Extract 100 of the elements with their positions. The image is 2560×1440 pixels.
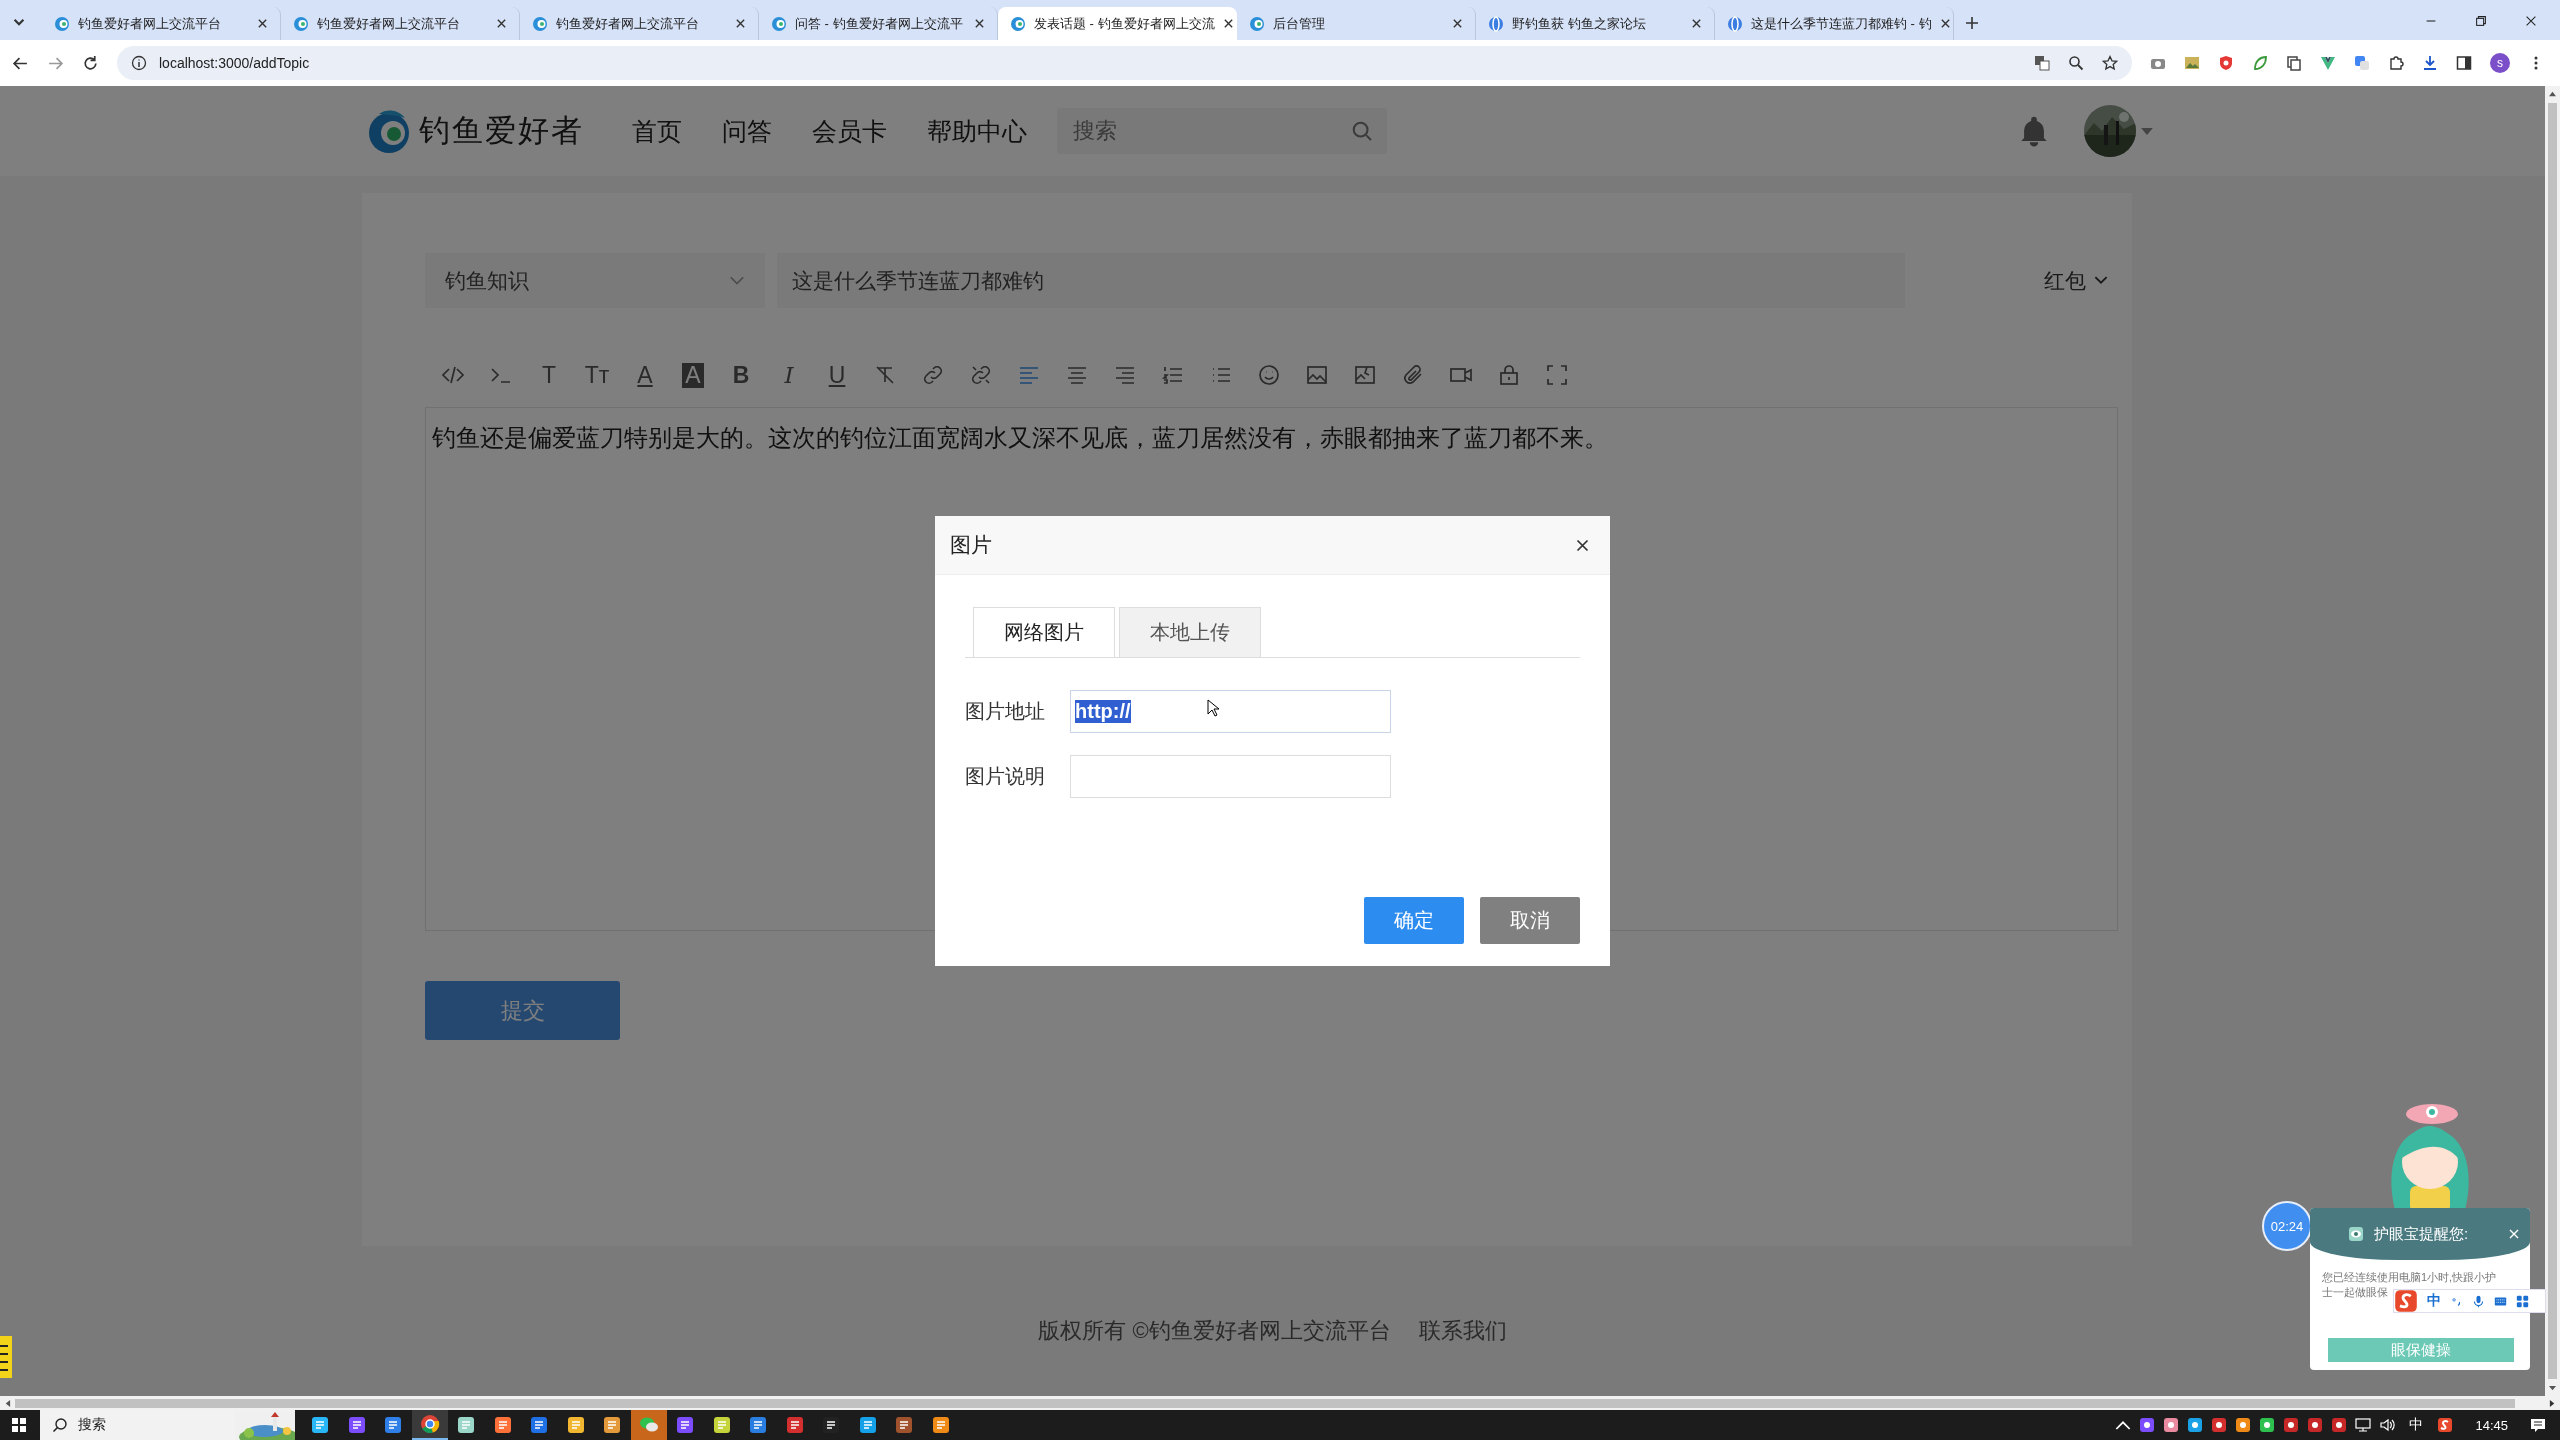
notification-icon[interactable] — [2530, 1417, 2546, 1433]
close-icon[interactable] — [257, 18, 268, 29]
reload-icon[interactable] — [82, 54, 99, 72]
tray-app-icon[interactable] — [2259, 1417, 2276, 1433]
app-icon[interactable] — [711, 1415, 732, 1435]
input-mode-toggle[interactable]: 中 — [2427, 1292, 2441, 1310]
category-select[interactable]: 钓鱼知识 — [425, 253, 765, 308]
input-mode-indicator[interactable]: 中 — [2409, 1416, 2424, 1434]
app-icon[interactable] — [821, 1415, 842, 1435]
site-logo[interactable]: 钓鱼爱好者 — [419, 110, 584, 152]
taskbar-search-field[interactable]: 搜索 — [40, 1410, 295, 1440]
close-icon[interactable] — [974, 18, 985, 29]
copy-icon[interactable] — [2286, 55, 2302, 71]
tray-app-icon[interactable] — [2235, 1417, 2252, 1433]
search-field[interactable]: 搜索 — [1057, 108, 1387, 154]
picture-extension-icon[interactable] — [2184, 55, 2200, 71]
close-icon[interactable] — [1222, 18, 1234, 29]
app-icon[interactable] — [748, 1415, 769, 1435]
format-button[interactable]: T — [533, 359, 565, 391]
globe-favicon-icon — [1727, 15, 1743, 32]
tray-app-icon[interactable] — [2283, 1417, 2300, 1433]
format-button[interactable]: Tт — [581, 359, 613, 391]
format-button[interactable]: B — [725, 359, 757, 391]
dialog-tab[interactable]: 网络图片 — [973, 607, 1115, 657]
start-icon[interactable] — [11, 1417, 27, 1433]
contact-link[interactable]: 联系我们 — [1418, 1316, 1507, 1346]
keyboard-icon[interactable] — [2494, 1294, 2507, 1308]
caret-icon[interactable] — [2141, 127, 2153, 135]
close-icon[interactable] — [496, 18, 507, 29]
nav-link[interactable]: 问答 — [722, 114, 772, 148]
nav-link[interactable]: 帮助中心 — [927, 114, 1027, 148]
close-icon[interactable] — [735, 18, 746, 29]
search-icon[interactable] — [1351, 120, 1373, 142]
input-field[interactable]: http:// — [1070, 690, 1391, 733]
app-icon[interactable] — [675, 1415, 696, 1435]
scroll-left-icon[interactable] — [4, 1398, 11, 1408]
format-button[interactable]: I — [773, 359, 805, 391]
app-icon[interactable] — [894, 1415, 915, 1435]
zoom-icon[interactable] — [2068, 55, 2084, 71]
dialog-tab[interactable]: 本地上传 — [1119, 607, 1261, 657]
nav-link[interactable]: 首页 — [632, 114, 682, 148]
app-icon[interactable] — [565, 1415, 586, 1435]
tray-app-icon[interactable] — [2163, 1417, 2180, 1433]
volume-icon[interactable] — [2379, 1417, 2396, 1433]
app-icon[interactable] — [784, 1415, 805, 1435]
app-icon[interactable] — [456, 1415, 477, 1435]
star-icon[interactable] — [2102, 55, 2118, 71]
title-field[interactable]: 这是什么季节连蓝刀都难钓 — [777, 253, 1905, 308]
new-tab-icon[interactable] — [1964, 15, 1980, 31]
tray-app-icon[interactable] — [2307, 1417, 2324, 1433]
tray-app-icon[interactable] — [2331, 1417, 2348, 1433]
microphone-icon[interactable] — [2472, 1294, 2485, 1308]
browser-app-icon[interactable] — [419, 1414, 440, 1434]
translate-icon[interactable] — [2034, 55, 2050, 71]
cancel-button[interactable]: 取消 — [1480, 897, 1580, 944]
tray-app-icon[interactable] — [2187, 1417, 2204, 1433]
translate-extension-icon[interactable] — [2354, 55, 2370, 71]
download-icon[interactable] — [2422, 55, 2438, 71]
format-button[interactable]: U — [821, 359, 853, 391]
browser-tab[interactable]: 发表话题 - 钓鱼爱好者网上交流 — [998, 7, 1237, 40]
confirm-button[interactable]: 确定 — [1364, 897, 1464, 944]
scroll-up-icon[interactable] — [2548, 90, 2557, 97]
profile-avatar[interactable]: s — [2490, 53, 2510, 73]
app-icon[interactable] — [492, 1415, 513, 1435]
scrollbar-thumb[interactable] — [2548, 103, 2557, 1379]
widget-icon[interactable] — [0, 1336, 12, 1378]
close-icon[interactable] — [1691, 18, 1702, 29]
v-extension-icon[interactable] — [2320, 55, 2336, 71]
address-field[interactable]: localhost:3000/addTopic — [117, 46, 2132, 80]
tray-app-icon[interactable] — [2211, 1417, 2228, 1433]
restore-icon[interactable] — [2474, 14, 2488, 28]
tray-app-icon[interactable] — [2139, 1417, 2156, 1433]
scroll-right-icon[interactable] — [2549, 1398, 2556, 1408]
nav-link[interactable]: 会员卡 — [812, 114, 887, 148]
dialog-title: 图片 — [950, 532, 992, 558]
app-icon[interactable] — [529, 1415, 550, 1435]
app-icon[interactable] — [930, 1415, 951, 1435]
leaf-extension-icon[interactable] — [2252, 55, 2268, 71]
app-icon[interactable] — [857, 1415, 878, 1435]
app-icon[interactable] — [346, 1415, 367, 1435]
app-icon[interactable] — [602, 1415, 623, 1435]
close-icon[interactable] — [1939, 18, 1951, 29]
input-method-icon[interactable] — [2437, 1417, 2454, 1433]
app-icon[interactable] — [383, 1415, 404, 1435]
close-icon[interactable] — [2524, 14, 2538, 28]
shield-icon[interactable] — [2218, 55, 2234, 71]
input-field[interactable] — [1070, 755, 1391, 798]
network-icon[interactable] — [2355, 1417, 2372, 1433]
format-button[interactable]: A — [629, 359, 661, 391]
reward-dropdown[interactable]: 红包 — [2044, 266, 2118, 295]
app-icon[interactable] — [310, 1415, 331, 1435]
side-panel-icon[interactable] — [2456, 55, 2472, 71]
input-method-icon[interactable] — [2394, 1289, 2418, 1313]
scrollbar-thumb[interactable] — [15, 1398, 2515, 1408]
grid-icon[interactable] — [2516, 1294, 2529, 1308]
close-icon[interactable] — [1575, 537, 1590, 553]
close-icon[interactable] — [1452, 18, 1463, 29]
puzzle-icon[interactable] — [2388, 55, 2404, 71]
scroll-down-icon[interactable] — [2548, 1385, 2557, 1392]
clock[interactable]: 14:45 — [2475, 1417, 2508, 1433]
